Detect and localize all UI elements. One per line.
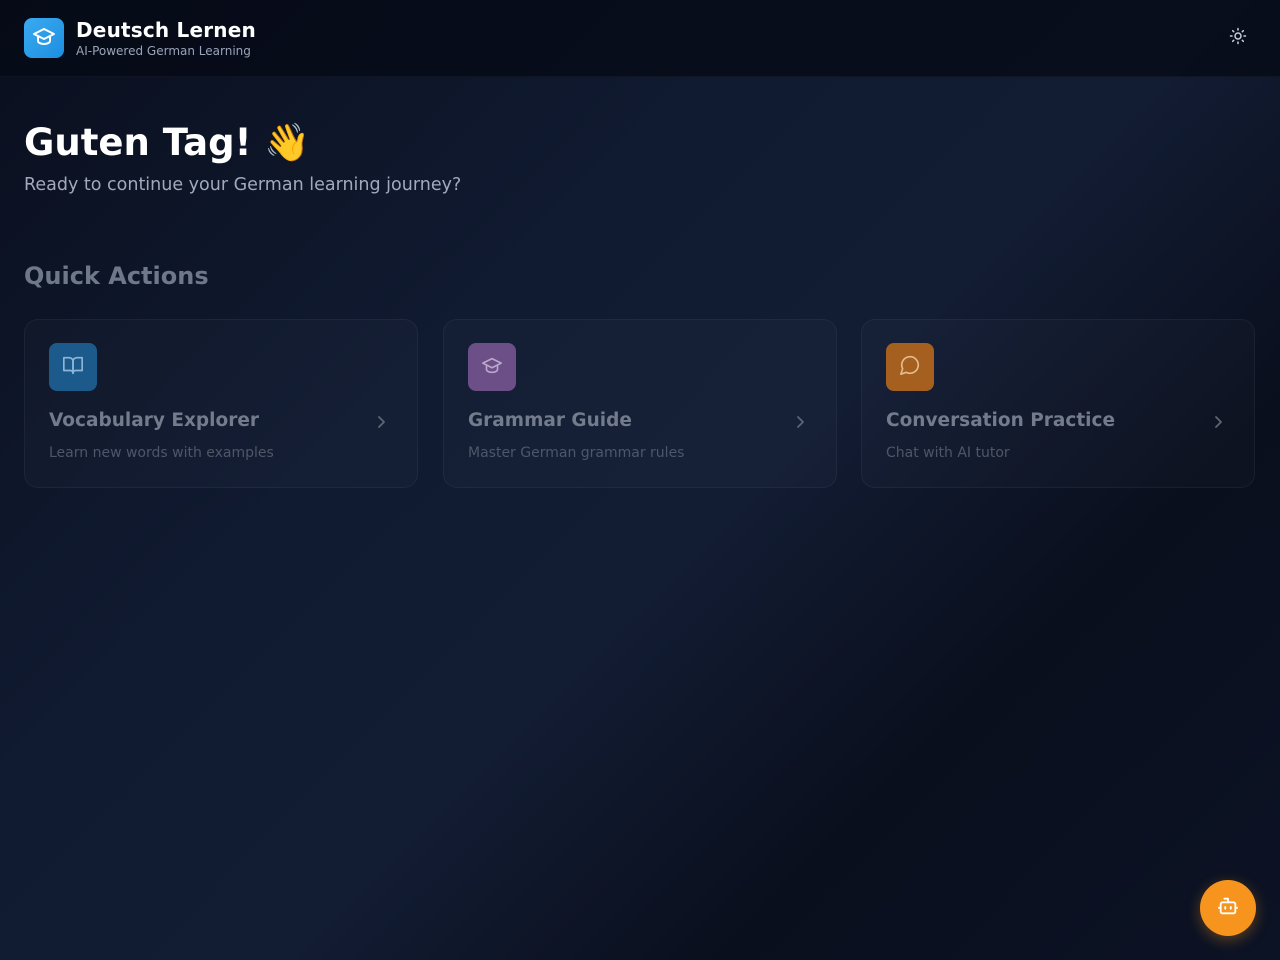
sun-icon [1229, 27, 1247, 49]
graduation-cap-icon [32, 24, 56, 52]
grammar-guide-card[interactable]: Grammar Guide Master German grammar rule… [443, 319, 837, 488]
app-logo [24, 18, 64, 58]
ai-assistant-button[interactable] [1200, 880, 1256, 936]
message-circle-icon [899, 354, 921, 380]
chevron-right-icon [794, 414, 806, 430]
card-description: Learn new words with examples [49, 445, 274, 461]
app-subtitle: AI-Powered German Learning [76, 44, 251, 58]
quick-actions-title: Quick Actions [24, 262, 209, 290]
vocabulary-explorer-card[interactable]: Vocabulary Explorer Learn new words with… [24, 319, 418, 488]
theme-toggle-button[interactable] [1222, 22, 1254, 54]
conversation-practice-card[interactable]: Conversation Practice Chat with AI tutor [861, 319, 1255, 488]
card-title: Grammar Guide [468, 410, 632, 431]
graduation-cap-icon [481, 354, 503, 380]
book-open-icon [62, 354, 84, 380]
grammar-icon-box [468, 343, 516, 391]
card-title: Conversation Practice [886, 410, 1116, 431]
conversation-icon-box [886, 343, 934, 391]
card-description: Master German grammar rules [468, 445, 685, 461]
card-description: Chat with AI tutor [886, 445, 1010, 461]
card-title: Vocabulary Explorer [49, 410, 259, 431]
bot-icon [1217, 895, 1239, 921]
app-header: Deutsch Lernen AI-Powered German Learnin… [0, 0, 1280, 77]
chevron-right-icon [375, 414, 387, 430]
app-title: Deutsch Lernen [76, 18, 256, 42]
vocabulary-icon-box [49, 343, 97, 391]
chevron-right-icon [1212, 414, 1224, 430]
greeting-heading: Guten Tag! 👋 [24, 121, 311, 164]
greeting-subtitle: Ready to continue your German learning j… [24, 175, 462, 195]
